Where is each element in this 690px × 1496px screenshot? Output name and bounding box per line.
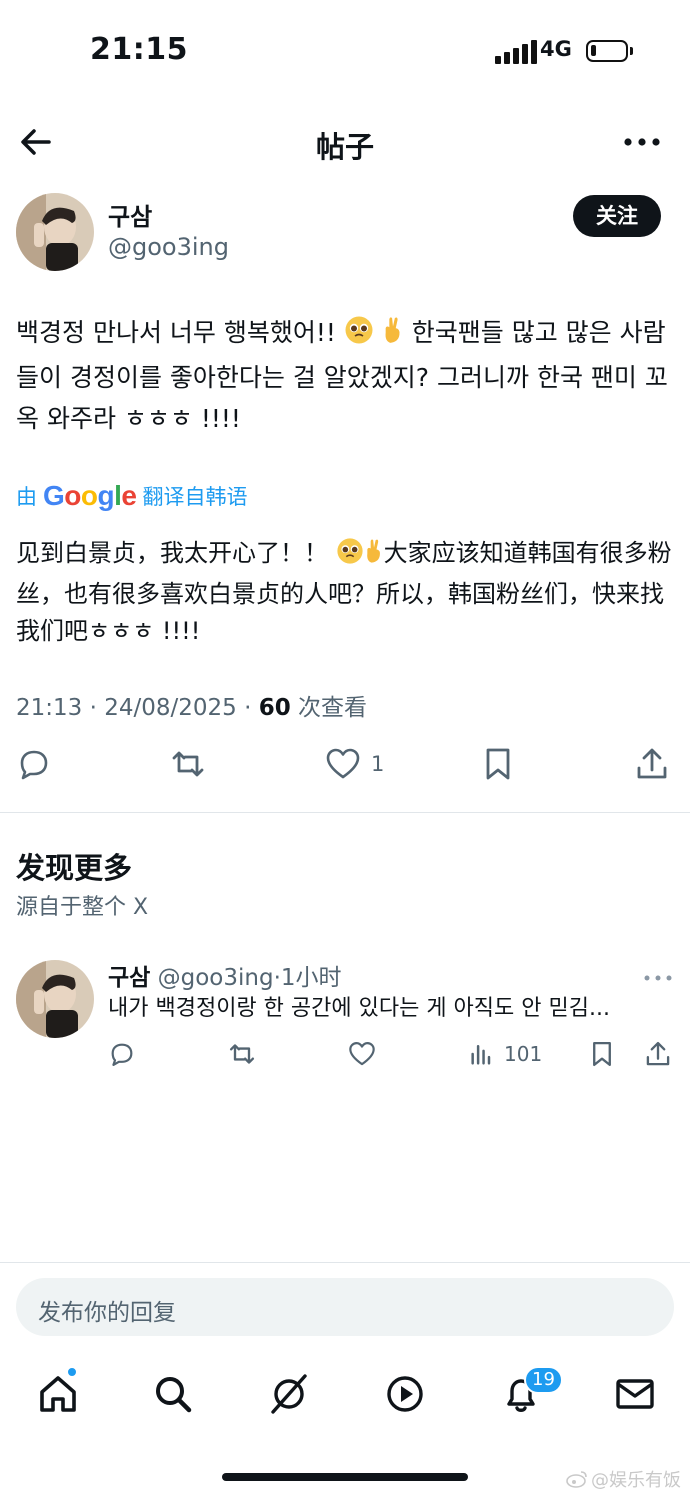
share-button[interactable] xyxy=(644,1038,672,1070)
signal-strength-icon xyxy=(495,40,537,64)
analytics-icon xyxy=(471,1044,491,1065)
top-header: 帖子 xyxy=(0,112,690,172)
reply-icon xyxy=(111,1043,133,1066)
translated-text: 见到白景贞，我太开心了！！ 大家应该知道韩国有很多粉丝，也有很多喜欢白景贞的人吧… xyxy=(16,535,676,650)
share-icon xyxy=(646,1041,670,1066)
recommended-tweet-header: 구삼 @goo3ing·1小时 xyxy=(108,958,342,992)
watermark: @娱乐有饭 xyxy=(566,1466,681,1492)
pleading-face-emoji xyxy=(344,315,374,357)
post-meta: 21:13 · 24/08/2025 · 60 次查看 xyxy=(16,688,367,722)
discover-title: 发现更多 xyxy=(16,851,133,885)
watermark-text: @娱乐有饭 xyxy=(591,1470,681,1491)
reply-input[interactable]: 发布你的回复 xyxy=(16,1278,674,1336)
pleading-face-emoji xyxy=(336,537,364,576)
avatar[interactable] xyxy=(16,960,94,1038)
reply-button[interactable] xyxy=(108,1038,136,1070)
status-time: 21:15 xyxy=(90,32,188,67)
battery-icon xyxy=(586,40,633,62)
discover-subtitle: 源自于整个 X xyxy=(16,895,149,920)
translated-part1: 见到白景贞，我太开心了！！ xyxy=(16,539,336,567)
google-logo: Google xyxy=(43,480,137,511)
more-horizontal-icon[interactable] xyxy=(624,132,660,152)
share-icon xyxy=(637,748,667,779)
crossed-fingers-emoji xyxy=(382,315,404,357)
author-name[interactable]: 구삼 xyxy=(108,197,152,232)
reply-divider xyxy=(0,1262,690,1263)
reply-placeholder: 发布你的回复 xyxy=(38,1300,176,1326)
heart-icon xyxy=(326,748,360,779)
video-icon[interactable] xyxy=(383,1372,427,1416)
notification-badge: 19 xyxy=(524,1366,563,1394)
views-count: 60 xyxy=(258,695,291,721)
repost-button[interactable] xyxy=(170,742,206,786)
weibo-logo-icon xyxy=(566,1471,587,1488)
bookmark-button[interactable] xyxy=(480,742,516,786)
translate-from: 翻译自韩语 xyxy=(142,485,248,509)
heart-icon xyxy=(349,1042,375,1066)
post-actions: 1 xyxy=(0,742,690,790)
home-indicator xyxy=(222,1473,468,1481)
status-bar: 21:15 4G xyxy=(0,0,690,100)
translation-attribution[interactable]: 由 Google 翻译自韩语 xyxy=(16,478,247,514)
like-count: 1 xyxy=(371,752,385,776)
like-button[interactable]: 1 xyxy=(325,742,384,786)
repost-icon xyxy=(229,1044,255,1064)
author-handle[interactable]: @goo3ing xyxy=(108,233,229,261)
more-horizontal-icon[interactable] xyxy=(644,968,672,981)
recommended-handle-time: @goo3ing·1小时 xyxy=(150,965,342,991)
tweet-text: 백경정 만나서 너무 행복했어!! 한국팬들 많고 많은 사람들이 경정이를 좋… xyxy=(16,312,676,439)
translate-by: 由 xyxy=(16,485,37,509)
repost-button[interactable] xyxy=(228,1038,256,1070)
page-title: 帖子 xyxy=(315,130,374,164)
share-button[interactable] xyxy=(634,742,670,786)
recommended-tweet-actions: 101 xyxy=(16,1038,676,1074)
recommended-tweet[interactable]: 구삼 @goo3ing·1小时 내가 백경정이랑 한 공간에 있다는 게 아직도… xyxy=(16,958,676,1078)
post-timestamp: 21:13 · 24/08/2025 · xyxy=(16,695,259,721)
tweet-text-part1: 백경정 만나서 너무 행복했어!! xyxy=(16,318,344,347)
post-author: 구삼 @goo3ing 关注 xyxy=(16,193,676,273)
recommended-views-count: 101 xyxy=(504,1042,543,1066)
repost-icon xyxy=(172,751,204,777)
bookmark-icon xyxy=(486,748,510,780)
recommended-tweet-text: 내가 백경정이랑 한 공간에 있다는 게 아직도 안 믿김... xyxy=(108,996,610,1021)
reply-icon xyxy=(20,750,48,780)
home-icon[interactable] xyxy=(36,1372,80,1416)
bookmark-icon xyxy=(593,1041,611,1067)
views-label: 次查看 xyxy=(290,695,368,721)
grok-icon[interactable] xyxy=(267,1372,311,1416)
like-button[interactable] xyxy=(348,1038,376,1070)
section-divider xyxy=(0,812,690,813)
bottom-nav: 19 xyxy=(0,1362,690,1426)
messages-icon[interactable] xyxy=(613,1372,657,1416)
follow-button[interactable]: 关注 xyxy=(573,195,661,237)
bookmark-button[interactable] xyxy=(588,1038,616,1070)
recommended-author-name[interactable]: 구삼 xyxy=(108,965,150,991)
battery-level xyxy=(591,45,596,56)
avatar[interactable] xyxy=(16,193,94,271)
search-icon[interactable] xyxy=(151,1372,195,1416)
home-notification-dot xyxy=(66,1366,78,1378)
reply-button[interactable] xyxy=(16,742,52,786)
crossed-fingers-emoji xyxy=(364,537,384,576)
views-button[interactable]: 101 xyxy=(468,1038,542,1070)
network-type: 4G xyxy=(540,37,572,61)
